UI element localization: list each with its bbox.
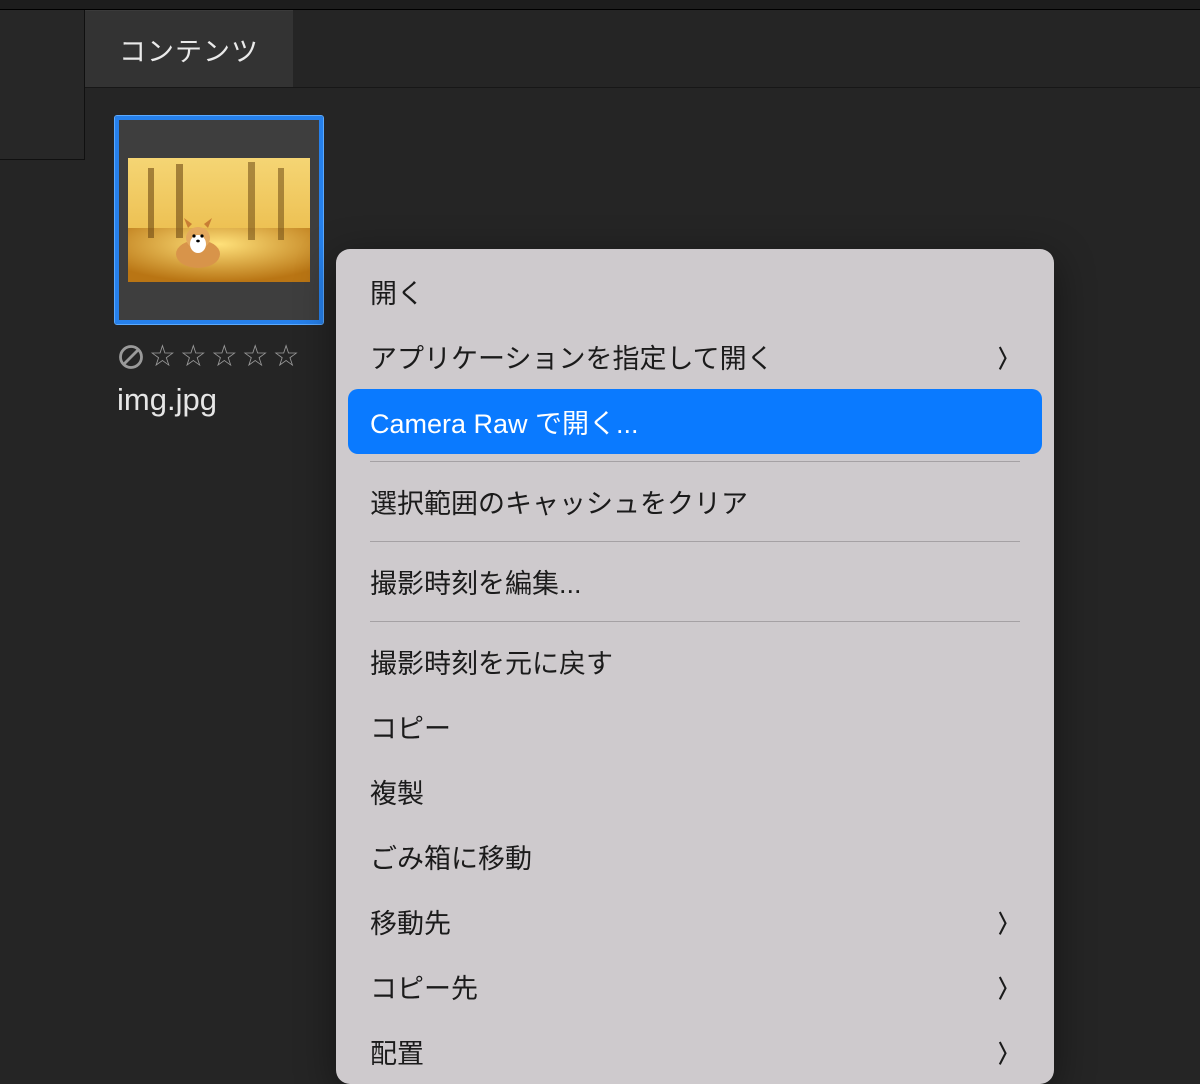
- rating-star-4[interactable]: ☆: [242, 342, 269, 372]
- menu-separator: [370, 461, 1020, 462]
- tab-contents-label: コンテンツ: [119, 30, 259, 69]
- thumbnail-image: [128, 158, 310, 282]
- menu-item[interactable]: 撮影時刻を元に戻す: [348, 629, 1042, 694]
- menu-item-label: 撮影時刻を編集...: [370, 562, 582, 601]
- chevron-right-icon: 〉: [998, 904, 1017, 939]
- menu-item[interactable]: 撮影時刻を編集...: [348, 549, 1042, 614]
- chevron-right-icon: 〉: [998, 339, 1017, 374]
- menu-item[interactable]: ごみ箱に移動: [348, 824, 1042, 889]
- menu-item-label: 移動先: [370, 902, 451, 941]
- menu-item[interactable]: 配置 〉: [348, 1019, 1042, 1084]
- rating-star-5[interactable]: ☆: [273, 342, 300, 372]
- rating-star-3[interactable]: ☆: [211, 342, 238, 372]
- menu-item-label: 選択範囲のキャッシュをクリア: [370, 482, 748, 521]
- chevron-right-icon: 〉: [998, 1034, 1017, 1069]
- menu-item[interactable]: 複製: [348, 759, 1042, 824]
- menu-item-label: 撮影時刻を元に戻す: [370, 642, 613, 681]
- rating-star-1[interactable]: ☆: [149, 342, 176, 372]
- menu-item-label: コピー: [370, 707, 451, 746]
- menu-item-label: ごみ箱に移動: [370, 837, 532, 876]
- menu-item-label: 配置: [370, 1032, 424, 1071]
- menu-item[interactable]: コピー: [348, 694, 1042, 759]
- menu-item[interactable]: 開く: [348, 259, 1042, 324]
- context-menu: 開くアプリケーションを指定して開く〉Camera Raw で開く...選択範囲の…: [336, 249, 1054, 1084]
- menu-item-label: アプリケーションを指定して開く: [370, 337, 774, 376]
- photo-placeholder-icon: [128, 158, 310, 282]
- menu-item[interactable]: アプリケーションを指定して開く 〉: [348, 324, 1042, 389]
- reject-icon[interactable]: [117, 343, 145, 371]
- left-rail-placeholder: [0, 10, 85, 160]
- menu-item-label: コピー先: [370, 967, 478, 1006]
- tab-contents[interactable]: コンテンツ: [85, 10, 293, 87]
- menu-item-label: 開く: [370, 272, 424, 311]
- chevron-right-icon: 〉: [998, 969, 1017, 1004]
- menu-separator: [370, 541, 1020, 542]
- menu-item[interactable]: 移動先 〉: [348, 889, 1042, 954]
- menu-item[interactable]: 選択範囲のキャッシュをクリア: [348, 469, 1042, 534]
- menu-item[interactable]: Camera Raw で開く...: [348, 389, 1042, 454]
- menu-item-label: 複製: [370, 772, 424, 811]
- thumbnail-selected[interactable]: [115, 116, 323, 324]
- title-bar-strip: [0, 0, 1200, 10]
- menu-item[interactable]: コピー先 〉: [348, 954, 1042, 1019]
- menu-item-label: Camera Raw で開く...: [370, 402, 639, 441]
- rating-star-2[interactable]: ☆: [180, 342, 207, 372]
- menu-separator: [370, 621, 1020, 622]
- panel-tabbar: コンテンツ: [85, 10, 1200, 88]
